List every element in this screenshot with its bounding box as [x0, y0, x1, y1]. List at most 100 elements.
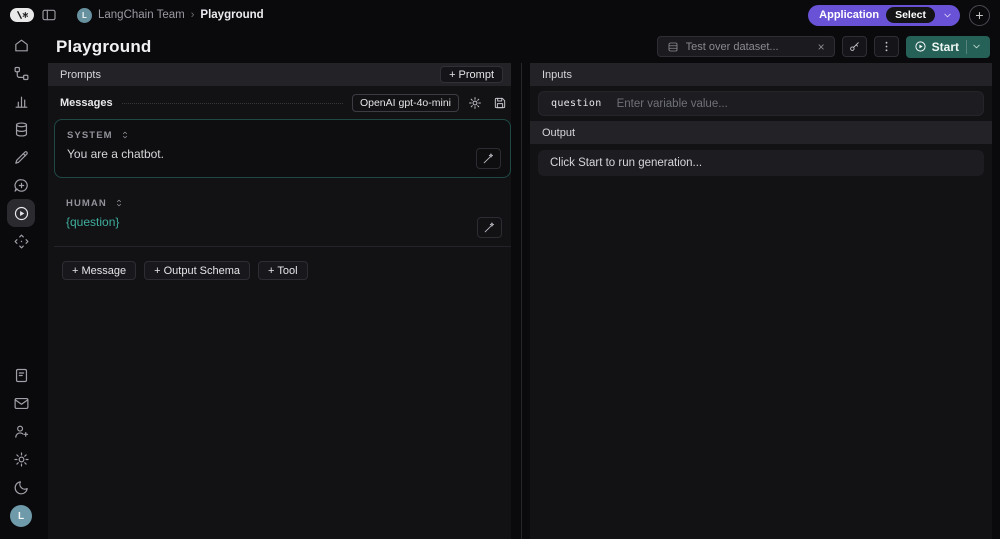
gear-icon	[468, 96, 482, 110]
variable-value-input[interactable]	[616, 97, 971, 110]
new-application-button[interactable]: +	[969, 4, 990, 26]
page-title: Playground	[56, 36, 152, 56]
sidebar-item-theme-toggle[interactable]	[7, 473, 35, 501]
app-header: L LangChain Team › Playground Applicatio…	[0, 0, 1000, 30]
variable-name: question	[551, 98, 602, 109]
more-options-button[interactable]	[873, 36, 899, 57]
sidebar-item-datasets[interactable]	[7, 115, 35, 143]
panel-divider	[521, 63, 522, 539]
role-label: SYSTEM	[67, 129, 113, 141]
sidebar-item-home[interactable]	[7, 31, 35, 59]
message-content[interactable]: You are a chatbot.	[67, 147, 500, 161]
inputs-header: Inputs	[542, 68, 572, 81]
start-options-chevron-icon[interactable]	[971, 41, 982, 52]
output-section-bar: Output	[530, 121, 992, 144]
sidebar-item-docs[interactable]	[7, 361, 35, 389]
sidebar-item-deployments[interactable]	[7, 227, 35, 255]
breadcrumb-page[interactable]: Playground	[200, 9, 263, 21]
breadcrumb-separator: ›	[190, 9, 195, 21]
variable-input-row: question	[538, 91, 984, 116]
add-tool-button[interactable]: + Tool	[258, 261, 308, 280]
prompt-wand-button[interactable]	[476, 148, 501, 169]
prompts-header: Prompts	[60, 68, 101, 81]
application-label: Application	[819, 9, 880, 21]
application-value: Select	[886, 7, 935, 23]
model-settings-button[interactable]	[466, 94, 484, 112]
team-avatar[interactable]: L	[77, 7, 92, 23]
start-button-label: Start	[931, 39, 959, 54]
document-icon	[13, 367, 30, 384]
pencil-icon	[13, 149, 30, 166]
api-key-button[interactable]	[841, 36, 867, 57]
dataset-search-input[interactable]	[685, 40, 811, 53]
sidebar-item-tracing-projects[interactable]	[7, 59, 35, 87]
sidebar-item-playground[interactable]	[7, 199, 35, 227]
kebab-menu-icon	[880, 40, 893, 53]
langsmith-logo-icon[interactable]	[10, 8, 34, 22]
sidebar-item-invite-user[interactable]	[7, 417, 35, 445]
output-header: Output	[542, 126, 576, 139]
messages-area: Messages OpenAI gpt-4o-mini SYSTEM You a…	[48, 86, 511, 280]
message-card-system: SYSTEM You are a chatbot.	[54, 119, 511, 178]
user-plus-icon	[13, 423, 30, 440]
sidebar-item-annotation-queues[interactable]	[7, 143, 35, 171]
home-icon	[13, 37, 30, 54]
sidebar-toggle-icon[interactable]	[41, 7, 57, 23]
message-content[interactable]: {question}	[66, 215, 501, 229]
wand-icon	[482, 152, 495, 165]
chevron-down-icon	[942, 10, 953, 21]
tracing-projects-icon	[13, 65, 30, 82]
key-icon	[848, 40, 861, 53]
breadcrumb: L LangChain Team › Playground	[77, 7, 264, 23]
user-avatar[interactable]: L	[10, 505, 32, 527]
test-over-dataset-input-box[interactable]: ×	[656, 36, 835, 57]
bar-chart-icon	[13, 93, 30, 110]
inputs-section-bar: Inputs	[530, 63, 992, 86]
output-placeholder-row: Click Start to run generation...	[538, 150, 984, 176]
message-card-human: HUMAN {question}	[54, 188, 511, 247]
prompts-section-bar: Prompts + Prompt	[48, 63, 511, 86]
role-selector-icon[interactable]	[120, 129, 130, 141]
io-panel: Inputs question Output Click Start to ru…	[530, 63, 992, 539]
prompts-panel: Prompts + Prompt Messages OpenAI gpt-4o-…	[48, 63, 511, 539]
sidebar-item-mail[interactable]	[7, 389, 35, 417]
role-row: SYSTEM	[67, 129, 500, 141]
save-prompt-button[interactable]	[491, 94, 509, 112]
sidebar-item-prompts[interactable]	[7, 171, 35, 199]
application-select-button[interactable]: Application Select	[808, 4, 960, 26]
role-selector-icon[interactable]	[114, 197, 124, 209]
messages-divider	[121, 102, 343, 104]
header-right: Application Select +	[808, 4, 990, 26]
breadcrumb-team[interactable]: LangChain Team	[98, 9, 185, 21]
mail-icon	[13, 395, 30, 412]
page-toolbar: Playground × Start	[42, 30, 1000, 63]
gear-icon	[13, 451, 30, 468]
role-row: HUMAN	[66, 197, 501, 209]
model-selector-button[interactable]: OpenAI gpt-4o-mini	[351, 94, 459, 112]
add-output-schema-button[interactable]: + Output Schema	[144, 261, 251, 280]
sidebar-item-settings[interactable]	[7, 445, 35, 473]
dataset-icon	[667, 41, 679, 53]
role-label: HUMAN	[66, 197, 107, 209]
save-icon	[493, 96, 507, 110]
sidebar-item-monitoring[interactable]	[7, 87, 35, 115]
add-prompt-button[interactable]: + Prompt	[440, 66, 503, 83]
moon-icon	[13, 479, 30, 496]
messages-head: Messages OpenAI gpt-4o-mini	[52, 93, 511, 113]
start-button[interactable]: Start	[905, 35, 990, 58]
start-button-divider	[966, 39, 967, 54]
toolbar-actions: × Start	[656, 35, 990, 58]
output-placeholder-text: Click Start to run generation...	[550, 157, 703, 169]
move-arrows-icon	[13, 233, 30, 250]
database-icon	[13, 121, 30, 138]
sidebar-nav: L	[0, 30, 42, 539]
messages-label: Messages	[60, 97, 113, 109]
add-message-button[interactable]: + Message	[62, 261, 137, 280]
clear-dataset-icon[interactable]: ×	[818, 41, 825, 53]
wand-icon	[483, 221, 496, 234]
chat-plus-icon	[13, 177, 30, 194]
play-circle-icon	[13, 205, 30, 222]
play-circle-icon	[914, 40, 927, 53]
prompt-wand-button[interactable]	[477, 217, 502, 238]
add-buttons-row: + Message + Output Schema + Tool	[62, 261, 511, 280]
